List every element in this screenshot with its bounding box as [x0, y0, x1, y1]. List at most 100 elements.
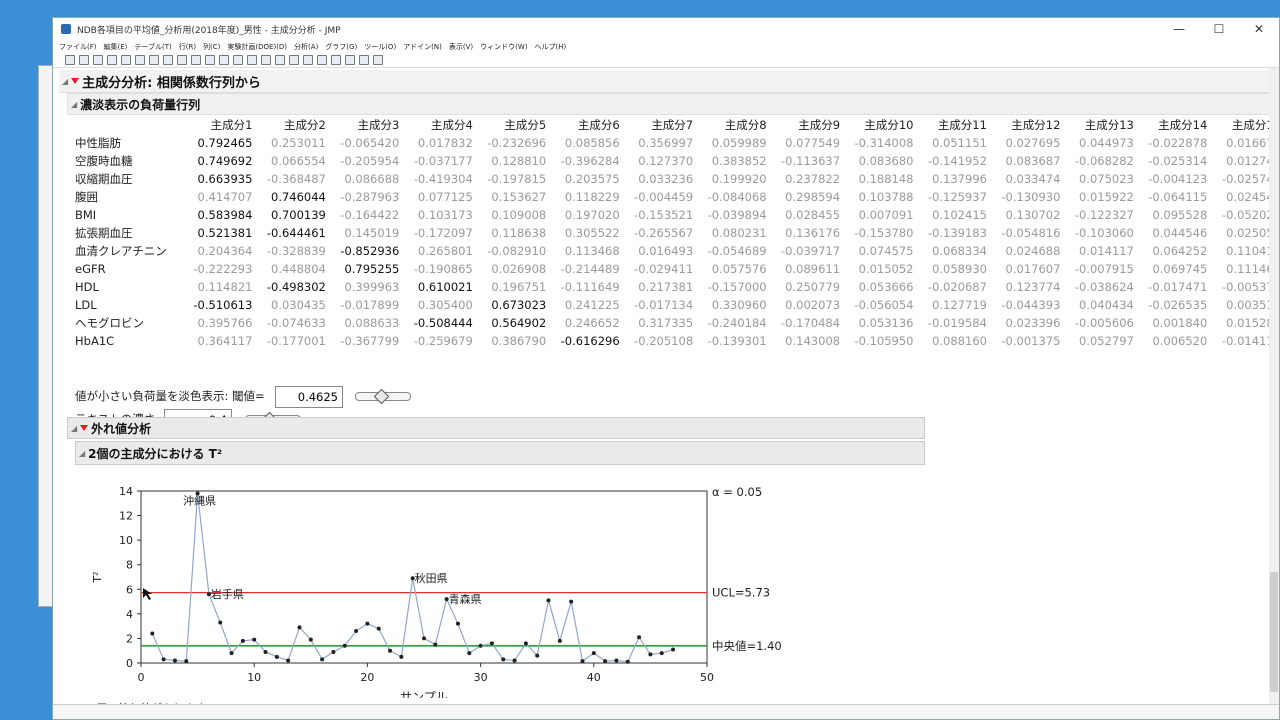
ucl-label: UCL=5.73 — [712, 586, 770, 600]
loading-cell: -0.852936 — [340, 244, 400, 258]
threshold-input[interactable]: 0.4625 — [275, 386, 343, 408]
pca-outline-header[interactable]: ◢ 主成分分析: 相関係数行列から — [59, 70, 1279, 93]
loading-cell: 0.006520 — [1152, 334, 1208, 348]
data-table-icon[interactable] — [191, 55, 201, 65]
menu-graph[interactable]: グラフ(G) — [325, 42, 357, 52]
menu-view[interactable]: 表示(V) — [449, 42, 473, 52]
red-triangle-menu-icon[interactable] — [71, 78, 80, 84]
table-row: HDL 0.114821 -0.498302 0.399963 0.610021 0.19… — [75, 278, 1279, 296]
line-tool-icon[interactable] — [331, 55, 341, 65]
menu-addin[interactable]: アドイン(N) — [403, 42, 442, 52]
loading-cell: -0.039894 — [707, 208, 767, 222]
loading-cell: 0.074575 — [858, 244, 914, 258]
loading-cell: 0.083687 — [1005, 154, 1061, 168]
data-point — [274, 654, 279, 659]
threshold-slider-thumb[interactable] — [374, 388, 390, 405]
data-point — [218, 620, 223, 625]
paste-icon[interactable] — [149, 55, 159, 65]
loading-cell: 0.448804 — [271, 262, 326, 276]
outlier-outline-header[interactable]: ◢ 外れ値分析 — [67, 417, 925, 439]
point-label: 沖縄県 — [183, 493, 216, 507]
polygon-tool-icon[interactable] — [359, 55, 369, 65]
minimize-button[interactable]: — — [1159, 18, 1199, 40]
disclosure-icon[interactable]: ◢ — [71, 424, 77, 433]
vertical-scrollbar[interactable] — [1269, 68, 1279, 708]
menu-table[interactable]: テーブル(T) — [134, 42, 171, 52]
loading-cell: -0.419304 — [413, 172, 473, 186]
loading-cell: 0.253011 — [271, 136, 326, 150]
header-row: 主成分1 主成分2 主成分3 主成分4 主成分5 主成分6 主成分7 主成分8 主成分9 主成分1… — [75, 116, 1279, 134]
loading-cell: 0.028455 — [785, 208, 841, 222]
loading-cell: -0.265567 — [634, 226, 694, 240]
maximize-button[interactable]: ☐ — [1199, 18, 1239, 40]
data-point — [535, 653, 540, 658]
data-point — [342, 643, 347, 648]
crosshair-tool-icon[interactable] — [317, 55, 327, 65]
menu-window[interactable]: ウィンドウ(W) — [480, 42, 527, 52]
zoom-tool-icon[interactable] — [303, 55, 313, 65]
loading-outline-header[interactable]: ◢ 濃淡表示の負荷量行列 — [67, 93, 1279, 115]
loading-cell: -0.170484 — [781, 316, 841, 330]
menu-doe[interactable]: 実験計画(DOE)(D) — [227, 42, 287, 52]
menu-help[interactable]: ヘルプ(H) — [535, 42, 567, 52]
data-point — [614, 658, 619, 663]
loading-cell: 0.237822 — [785, 172, 841, 186]
open-icon[interactable] — [93, 55, 103, 65]
loading-cell: 0.137996 — [932, 172, 987, 186]
disclosure-icon[interactable]: ◢ — [71, 100, 77, 109]
new-script-icon[interactable] — [79, 55, 89, 65]
loading-cell: 0.053136 — [858, 316, 914, 330]
new-table-icon[interactable] — [65, 55, 75, 65]
save-icon[interactable] — [107, 55, 117, 65]
y-tick-label: 2 — [126, 632, 133, 645]
table-row: eGFR -0.222293 0.448804 0.795255 -0.190865 0.… — [75, 260, 1279, 278]
loading-cell: -0.367799 — [340, 334, 400, 348]
menu-tools[interactable]: ツール(O) — [364, 42, 396, 52]
menu-edit[interactable]: 編集(E) — [104, 42, 128, 52]
loading-cell: -0.368487 — [266, 172, 326, 186]
loading-cell: -0.054689 — [707, 244, 767, 258]
arrow-tool-icon[interactable] — [219, 55, 229, 65]
journal-icon[interactable] — [177, 55, 187, 65]
red-triangle-menu-icon[interactable] — [80, 425, 89, 431]
scrollbar-thumb[interactable] — [1270, 572, 1278, 692]
loading-cell: -0.190865 — [413, 262, 473, 276]
selection-tool-icon[interactable] — [247, 55, 257, 65]
lasso-tool-icon[interactable] — [289, 55, 299, 65]
disclosure-icon[interactable]: ◢ — [79, 449, 85, 458]
script-icon[interactable] — [163, 55, 173, 65]
loading-cell: 0.114821 — [197, 280, 253, 294]
table-row: 中性脂肪 0.792465 0.253011 -0.065420 0.017832 -0.… — [75, 134, 1279, 152]
annotate-tool-icon[interactable] — [345, 55, 355, 65]
t2-outline-header[interactable]: ◢ 2個の主成分における T² — [75, 441, 925, 465]
hand-tool-icon[interactable] — [261, 55, 271, 65]
loading-cell: -0.068282 — [1074, 154, 1134, 168]
menu-cols[interactable]: 列(C) — [203, 42, 220, 52]
loading-cell: 0.033236 — [638, 172, 694, 186]
loading-cell: 0.795255 — [344, 262, 400, 276]
loading-cell: -0.039717 — [781, 244, 841, 258]
menu-file[interactable]: ファイル(F) — [59, 42, 97, 52]
column-header: 主成分13 — [1084, 118, 1134, 132]
menu-analyze[interactable]: 分析(A) — [294, 42, 318, 52]
data-point — [569, 599, 574, 604]
data-point — [240, 638, 245, 643]
brush-tool-icon[interactable] — [275, 55, 285, 65]
close-button[interactable]: ✕ — [1239, 18, 1279, 40]
shape-tool-icon[interactable] — [373, 55, 383, 65]
table-row: HbA1C 0.364117 -0.177001 -0.367799 -0.259679… — [75, 332, 1279, 350]
loading-cell: 0.016493 — [638, 244, 694, 258]
loading-cell: -0.153780 — [854, 226, 914, 240]
cut-icon[interactable] — [121, 55, 131, 65]
help-tool-icon[interactable] — [233, 55, 243, 65]
search-icon[interactable] — [205, 55, 215, 65]
point-label: 青森県 — [449, 592, 482, 606]
disclosure-icon[interactable]: ◢ — [62, 77, 68, 86]
copy-icon[interactable] — [135, 55, 145, 65]
loading-cell: -0.044393 — [1001, 298, 1061, 312]
loading-cell: 0.386790 — [491, 334, 547, 348]
loading-cell: -0.054816 — [1001, 226, 1061, 240]
menu-rows[interactable]: 行(R) — [179, 42, 196, 52]
threshold-slider[interactable] — [355, 388, 411, 405]
loading-cell: 0.746044 — [271, 190, 326, 204]
